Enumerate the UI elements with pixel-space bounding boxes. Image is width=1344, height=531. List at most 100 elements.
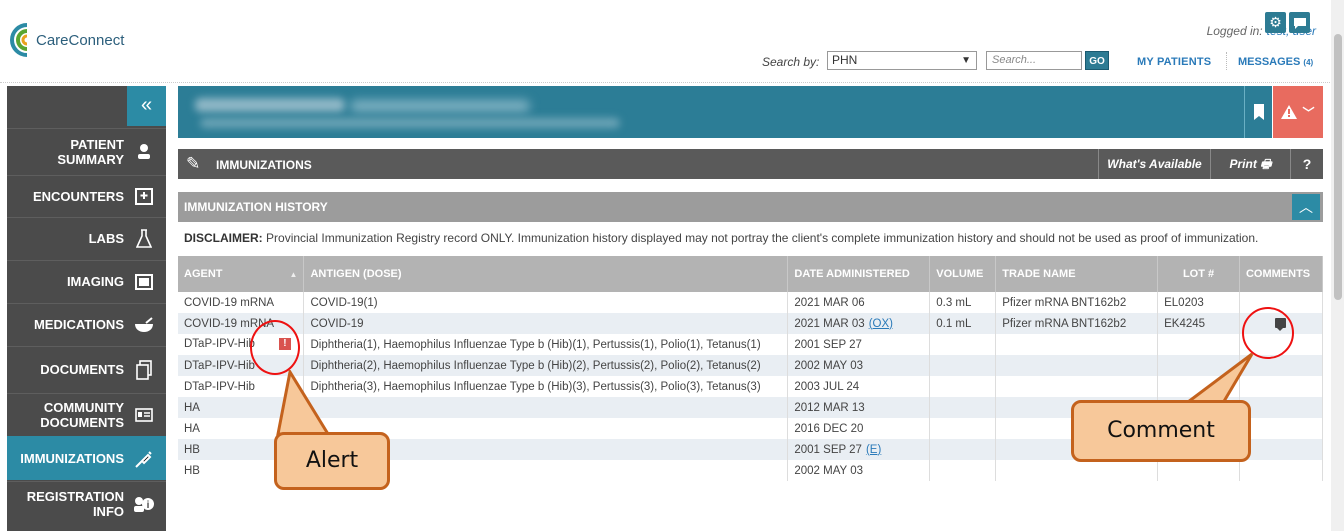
help-button[interactable]: ? <box>1290 149 1323 179</box>
column-header-date[interactable]: DATE ADMINISTERED <box>787 256 931 292</box>
column-header-volume[interactable]: VOLUME <box>929 256 997 292</box>
search-by-select[interactable]: PHN ▼ <box>827 51 977 70</box>
print-label: Print <box>1229 157 1257 171</box>
person-icon <box>132 141 156 163</box>
volume-cell <box>929 355 997 376</box>
trade-name-cell <box>995 334 1159 355</box>
sidebar-item-label: PATIENT <box>70 136 124 152</box>
search-by-value: PHN <box>832 53 858 67</box>
gear-icon[interactable]: ⚙ <box>1265 12 1286 33</box>
sidebar-item-immunizations[interactable]: IMMUNIZATIONS <box>7 436 166 480</box>
sidebar-item-medications[interactable]: MEDICATIONS <box>7 303 166 345</box>
lot-cell: EK4245 <box>1157 313 1240 334</box>
agent-cell-text: DTaP-IPV-Hib <box>184 380 255 393</box>
comments-cell <box>1239 439 1324 460</box>
immunization-history-header: IMMUNIZATION HISTORY <box>178 192 1323 222</box>
trade-name-cell <box>995 460 1159 481</box>
agent-cell-text: HA <box>184 401 200 414</box>
warning-icon <box>1281 105 1298 119</box>
date-source-link[interactable]: (OX) <box>869 318 893 330</box>
redacted-patient-info <box>200 118 620 128</box>
sidebar-item-community-documents[interactable]: COMMUNITY DOCUMENTS <box>7 393 166 435</box>
date-source-link[interactable]: (E) <box>866 444 881 456</box>
trade-name-cell-text: Pfizer mRNA BNT162b2 <box>1002 317 1127 330</box>
date-cell: 2002 MAY 03 <box>787 460 931 481</box>
print-button[interactable]: Print 🖶 <box>1210 149 1290 179</box>
chat-icon[interactable] <box>1289 12 1310 33</box>
sidebar-item-label: COMMUNITY <box>43 399 124 415</box>
alert-callout: Alert <box>274 432 390 490</box>
date-cell: 2016 DEC 20 <box>787 418 931 439</box>
antigen-cell-text: Diphtheria(2), Haemophilus Influenzae Ty… <box>310 359 761 372</box>
table-row[interactable]: COVID-19 mRNA COVID-19(1) 2021 MAR 06 0.3 m… <box>178 292 1324 313</box>
svg-text:i: i <box>147 500 150 511</box>
comment-callout: Comment <box>1071 400 1251 462</box>
table-row[interactable]: COVID-19 mRNA COVID-19 2021 MAR 03 (OX) 0.1 … <box>178 313 1324 334</box>
id-card-icon <box>132 404 156 426</box>
collapse-history-button[interactable]: ︿ <box>1292 194 1320 220</box>
alert-highlight-ring <box>250 320 300 375</box>
sidebar-item-labs[interactable]: LABS <box>7 217 166 259</box>
sidebar-item-documents[interactable]: DOCUMENTS <box>7 346 166 392</box>
patient-alerts-button[interactable]: ﹀ <box>1273 86 1323 138</box>
volume-cell <box>929 334 997 355</box>
date-cell: 2003 JUL 24 <box>787 376 931 397</box>
table-row[interactable]: DTaP-IPV-Hib Diphtheria(3), Haemophilus I… <box>178 376 1324 397</box>
section-title: IMMUNIZATIONS <box>216 158 312 172</box>
redacted-patient-name <box>195 98 345 112</box>
syringe-icon <box>132 448 156 470</box>
sidebar-item-label: INFO <box>92 503 124 519</box>
sidebar-item-label: SUMMARY <box>57 151 124 167</box>
antigen-cell-text: Diphtheria(3), Haemophilus Influenzae Ty… <box>310 380 761 393</box>
volume-cell: 0.1 mL <box>929 313 997 334</box>
bookmark-button[interactable] <box>1244 86 1272 138</box>
careconnect-logo[interactable]: CareConnect <box>10 20 170 60</box>
sidebar-item-imaging[interactable]: IMAGING <box>7 260 166 302</box>
sidebar-item-patient-summary[interactable]: PATIENT SUMMARY <box>7 128 166 174</box>
bookmark-icon <box>1253 104 1264 120</box>
column-header-antigen[interactable]: ANTIGEN (DOSE) <box>303 256 789 292</box>
column-header-agent[interactable]: AGENT ▲ <box>178 256 305 292</box>
messages-link[interactable]: MESSAGES (4) <box>1238 56 1313 68</box>
date-cell-text: 2021 MAR 06 <box>794 296 865 309</box>
documents-icon <box>132 359 156 381</box>
sidebar-item-registration-info[interactable]: REGISTRATION INFO i <box>7 481 166 525</box>
whats-available-button[interactable]: What's Available <box>1098 149 1210 179</box>
agent-cell-text: COVID-19 mRNA <box>184 296 275 309</box>
volume-cell <box>929 418 997 439</box>
comments-cell <box>1239 418 1324 439</box>
table-row[interactable]: DTaP-IPV-Hib! Diphtheria(1), Haemophilus … <box>178 334 1324 355</box>
column-header-trade-name[interactable]: TRADE NAME <box>995 256 1159 292</box>
flask-icon <box>132 228 156 250</box>
column-header-comments[interactable]: COMMENTS <box>1239 256 1324 292</box>
sidebar-item-label: DOCUMENTS <box>40 414 124 430</box>
date-cell-text: 2021 MAR 03 <box>794 317 865 330</box>
sidebar-item-label: DOCUMENTS <box>40 362 124 377</box>
collapse-sidebar-button[interactable]: « <box>127 86 166 126</box>
page-scrollbar[interactable] <box>1331 0 1344 531</box>
volume-cell <box>929 397 997 418</box>
antigen-cell: Diphtheria(2), Haemophilus Influenzae Ty… <box>303 355 789 376</box>
messages-count: (4) <box>1303 58 1314 67</box>
date-cell: 2001 SEP 27 (E) <box>787 439 931 460</box>
date-cell: 2001 SEP 27 <box>787 334 931 355</box>
registration-info-icon: i <box>132 493 156 515</box>
search-input[interactable]: Search... <box>986 51 1082 70</box>
my-patients-link[interactable]: MY PATIENTS <box>1137 56 1211 68</box>
column-header-lot[interactable]: LOT # <box>1157 256 1240 292</box>
antigen-cell: Diphtheria(1), Haemophilus Influenzae Ty… <box>303 334 789 355</box>
scrollbar-thumb[interactable] <box>1334 34 1342 300</box>
volume-cell-text: 0.3 mL <box>936 296 972 309</box>
header-divider-line <box>0 82 1330 83</box>
header-icon-group: ⚙ <box>1265 12 1329 34</box>
sidebar-item-encounters[interactable]: ENCOUNTERS <box>7 175 166 216</box>
sidebar-item-label: IMAGING <box>66 274 124 289</box>
printer-icon: 🖶 <box>1260 157 1272 171</box>
volume-cell: 0.3 mL <box>929 292 997 313</box>
disclaimer-text: DISCLAIMER: Provincial Immunization Regi… <box>184 231 1324 245</box>
trade-name-cell <box>995 376 1159 397</box>
header-divider <box>1226 52 1227 70</box>
table-row[interactable]: DTaP-IPV-Hib Diphtheria(2), Haemophilus I… <box>178 355 1324 376</box>
go-button[interactable]: GO <box>1085 51 1109 70</box>
trade-name-cell: Pfizer mRNA BNT162b2 <box>995 313 1159 334</box>
